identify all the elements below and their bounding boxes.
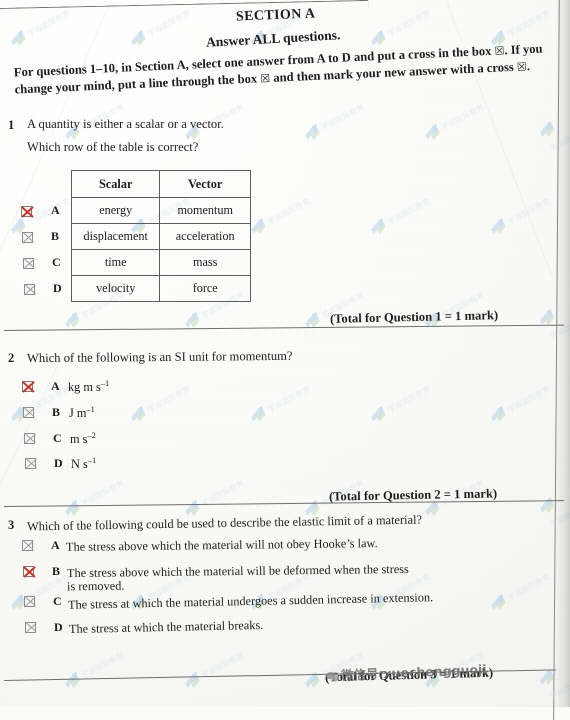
table-row: displacement acceleration bbox=[70, 223, 251, 250]
q2-option-b-exponent: –1 bbox=[86, 405, 95, 414]
q2-option-d-checkbox[interactable] bbox=[25, 458, 36, 469]
q2-option-d-base: N s bbox=[71, 457, 88, 472]
section-title: SECTION A bbox=[235, 6, 316, 25]
table-row: energy momentum bbox=[70, 197, 251, 224]
q3-option-d-letter: D bbox=[54, 620, 63, 634]
q2-option-c-letter: C bbox=[53, 431, 62, 445]
cell-scalar-a: energy bbox=[70, 197, 161, 224]
q2-option-a-checkbox[interactable] bbox=[22, 381, 33, 392]
q3-option-a-letter: A bbox=[51, 538, 60, 552]
table-header-vector: Vector bbox=[159, 170, 251, 198]
cell-vector-a: momentum bbox=[159, 197, 251, 224]
question-3-number: 3 bbox=[8, 518, 15, 532]
q3-option-b-letter: B bbox=[52, 564, 61, 578]
instruction-line-1-end: . If you bbox=[504, 41, 543, 58]
cross-box-icon: ☒ bbox=[494, 44, 505, 58]
q3-option-c-checkbox[interactable] bbox=[24, 596, 35, 607]
q1-option-c-checkbox[interactable] bbox=[23, 258, 34, 269]
cell-vector-c: mass bbox=[159, 249, 251, 276]
q2-option-d-exponent: –1 bbox=[87, 456, 97, 465]
q2-option-c-text: m s–2 bbox=[70, 431, 96, 447]
q3-option-d-checkbox[interactable] bbox=[25, 622, 36, 633]
scalar-vector-table: Scalar Vector energy momentum displaceme… bbox=[70, 170, 251, 302]
q2-option-b-text: J m–1 bbox=[69, 405, 95, 421]
q2-option-a-text: kg m s–1 bbox=[68, 379, 109, 395]
q1-option-b-letter: B bbox=[51, 229, 60, 243]
q2-option-a-exponent: –1 bbox=[100, 379, 110, 388]
table-header-row: Scalar Vector bbox=[70, 170, 251, 198]
cell-scalar-c: time bbox=[70, 249, 161, 276]
q1-option-a-letter: A bbox=[51, 203, 60, 217]
question-2-stem: Which of the following is an SI unit for… bbox=[26, 348, 293, 366]
q1-option-a-checkbox[interactable] bbox=[21, 206, 32, 217]
q2-option-d-text: N s–1 bbox=[71, 456, 96, 472]
cell-vector-b: acceleration bbox=[159, 223, 251, 250]
q2-option-b-base: J m bbox=[69, 406, 87, 421]
q2-option-a-letter: A bbox=[51, 379, 60, 393]
question-1-stem-line1: A quantity is either a scalar or a vecto… bbox=[27, 117, 224, 131]
table-header-scalar: Scalar bbox=[70, 170, 161, 198]
cell-scalar-b: displacement bbox=[70, 223, 161, 250]
cell-scalar-d: velocity bbox=[70, 275, 161, 302]
wechat-icon bbox=[325, 671, 340, 683]
q1-option-d-checkbox[interactable] bbox=[24, 284, 35, 295]
q2-option-a-base: kg m s bbox=[68, 380, 101, 395]
q2-option-b-checkbox[interactable] bbox=[23, 407, 34, 418]
question-2-number: 2 bbox=[8, 351, 15, 365]
cell-vector-d: force bbox=[159, 275, 251, 302]
q2-option-d-letter: D bbox=[54, 456, 63, 470]
q1-option-b-checkbox[interactable] bbox=[22, 232, 33, 243]
q2-option-b-letter: B bbox=[52, 405, 61, 419]
q1-option-d-letter: D bbox=[53, 281, 62, 295]
q2-option-c-exponent: –2 bbox=[87, 431, 96, 440]
crossed-out-box-icon: ☒ bbox=[259, 71, 271, 86]
table-row: velocity force bbox=[70, 275, 251, 302]
q1-option-c-letter: C bbox=[52, 255, 61, 269]
q3-option-c-letter: C bbox=[53, 594, 62, 608]
q3-option-b-checkbox[interactable] bbox=[23, 566, 34, 577]
q3-option-b-text-line2: is removed. bbox=[66, 578, 125, 594]
q3-option-a-checkbox[interactable] bbox=[22, 540, 33, 551]
q2-option-c-checkbox[interactable] bbox=[24, 433, 35, 444]
question-1-stem-line2: Which row of the table is correct? bbox=[27, 140, 199, 154]
question-1-number: 1 bbox=[8, 118, 15, 132]
table-row: time mass bbox=[70, 249, 251, 276]
page-shadow bbox=[554, 0, 570, 707]
instruction-line-2-end: . bbox=[526, 59, 531, 74]
q2-option-c-base: m s bbox=[70, 432, 88, 447]
cross-box-icon-2: ☒ bbox=[516, 60, 528, 74]
